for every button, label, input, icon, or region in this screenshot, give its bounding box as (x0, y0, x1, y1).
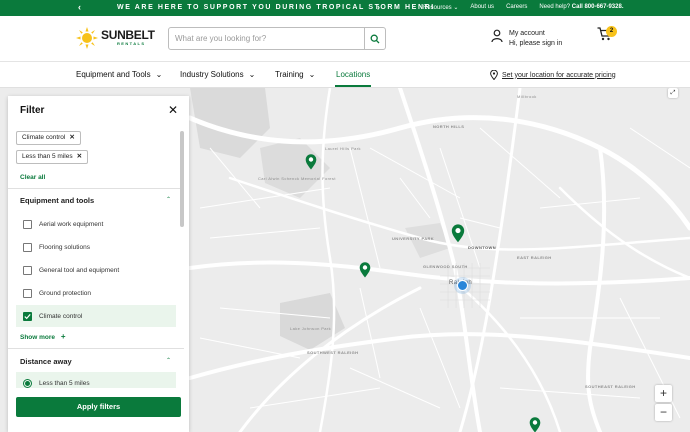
chevron-up-icon[interactable]: ⌃ (166, 196, 171, 203)
brand-name: SUNBELT (101, 28, 155, 42)
zoom-in-button[interactable]: + (655, 385, 672, 402)
nav-label: Industry Solutions (180, 70, 244, 79)
option-label: Aerial work equipment (39, 220, 104, 228)
nav-label: Locations (336, 70, 371, 79)
chevron-down-icon: ⌄ (155, 70, 163, 79)
account-menu[interactable]: My account Hi, please sign in (491, 29, 562, 49)
option-label: Ground protection (39, 289, 92, 297)
zoom-out-button[interactable]: − (655, 404, 672, 421)
cart-count-badge: 2 (606, 26, 617, 37)
resources-link[interactable]: Resources ⌄ (423, 4, 458, 11)
fullscreen-button[interactable]: ⤢ (668, 88, 678, 98)
nav-equipment-and-tools[interactable]: Equipment and Tools ⌄ (76, 70, 162, 79)
search-input[interactable] (175, 32, 360, 45)
account-sign-in[interactable]: Hi, please sign in (509, 39, 562, 49)
distance-section-title[interactable]: Distance away (20, 357, 72, 366)
option-flooring-solutions[interactable]: Flooring solutions (16, 236, 176, 258)
apply-filters-button[interactable]: Apply filters (16, 397, 181, 417)
site-header: SUNBELT RENTALS My account Hi, please si… (0, 16, 690, 62)
sunbelt-logo[interactable]: SUNBELT RENTALS (76, 27, 155, 49)
user-icon (491, 29, 503, 43)
chevron-down-icon: ⌄ (308, 70, 316, 79)
map-label: SOUTHEAST RALEIGH (585, 384, 636, 389)
search-icon (370, 34, 380, 43)
nav-locations[interactable]: Locations (336, 70, 370, 79)
filter-title: Filter (20, 105, 45, 116)
map-label: UNIVERSITY PARK (392, 236, 435, 241)
checkbox[interactable] (23, 265, 32, 275)
nav-industry-solutions[interactable]: Industry Solutions ⌄ (180, 70, 255, 79)
option-general-tool-and-equipment[interactable]: General tool and equipment (16, 259, 176, 281)
map-pin-icon (359, 262, 371, 278)
chevron-up-icon[interactable]: ⌃ (166, 357, 171, 364)
promo-message: WE ARE HERE TO SUPPORT YOU DURING TROPIC… (117, 4, 435, 11)
map-pin-icon (451, 224, 465, 243)
account-title: My account (509, 30, 545, 37)
clear-all-link[interactable]: Clear all (20, 174, 45, 181)
promo-bar: ‹ WE ARE HERE TO SUPPORT YOU DURING TROP… (0, 0, 690, 16)
utility-links: Resources ⌄ About us Careers Need help? … (423, 4, 623, 11)
checkbox-checked[interactable] (23, 311, 32, 321)
active-tab-indicator (335, 85, 371, 87)
map-label: DOWNTOWN (468, 245, 497, 250)
map-label: SOUTHWEST RALEIGH (307, 350, 359, 355)
map-label: NORTH HILLS (433, 124, 465, 129)
option-label: General tool and equipment (39, 266, 120, 274)
nav-training[interactable]: Training ⌄ (275, 70, 315, 79)
help-phone-link[interactable]: Call 800-667-9328. (572, 4, 624, 10)
filter-chip-distance[interactable]: Less than 5 miles ✕ (16, 150, 89, 164)
nav-label: Equipment and Tools (76, 70, 151, 79)
nav-label: Training (275, 70, 304, 79)
equipment-section-title[interactable]: Equipment and tools (20, 196, 94, 205)
chip-label: Climate control (22, 134, 66, 141)
set-location-label: Set your location for accurate pricing (502, 71, 616, 79)
search-box (168, 27, 386, 50)
check-icon (24, 313, 31, 319)
show-more-label: Show more (20, 334, 56, 341)
chip-label: Less than 5 miles (22, 153, 73, 160)
chevron-down-icon: ⌄ (248, 70, 256, 79)
option-label: Less than 5 miles (39, 379, 90, 387)
map-pin-icon (529, 417, 541, 432)
map-label: Millbrook (517, 94, 537, 99)
about-us-link[interactable]: About us (470, 4, 494, 11)
panel-scrollbar[interactable] (180, 131, 184, 227)
cart-button[interactable]: 2 (597, 26, 617, 43)
option-label: Flooring solutions (39, 243, 90, 251)
close-icon[interactable]: ✕ (168, 103, 178, 117)
map-label: Laurel Hills Park (325, 146, 361, 151)
radio-selected[interactable] (23, 378, 32, 388)
divider (8, 188, 184, 189)
remove-chip-icon[interactable]: ✕ (77, 151, 82, 163)
main-nav: Equipment and Tools ⌄ Industry Solutions… (0, 62, 690, 88)
option-aerial-work-equipment[interactable]: Aerial work equipment (16, 213, 176, 235)
remove-chip-icon[interactable]: ✕ (69, 132, 74, 144)
filter-chip-climate-control[interactable]: Climate control ✕ (16, 131, 81, 145)
map-label: Lake Johnson Park (290, 326, 332, 331)
checkbox[interactable] (23, 288, 32, 298)
help-label: Need help? (539, 4, 571, 10)
plus-icon: + (60, 332, 66, 341)
option-label: Climate control (39, 312, 83, 320)
option-climate-control[interactable]: Climate control (16, 305, 176, 327)
set-location-link[interactable]: Set your location for accurate pricing (490, 70, 616, 80)
divider (8, 348, 184, 349)
location-pin-icon (490, 70, 498, 80)
map-pin-icon (305, 154, 317, 170)
show-more-link[interactable]: Show more + (20, 332, 66, 341)
checkbox[interactable] (23, 219, 32, 229)
option-ground-protection[interactable]: Ground protection (16, 282, 176, 304)
map-label: GLENWOOD SOUTH (423, 264, 468, 269)
careers-link[interactable]: Careers (506, 4, 527, 11)
map-label: Carl Alwin Schenck Memorial Forest (258, 176, 336, 181)
checkbox[interactable] (23, 242, 32, 252)
search-button[interactable] (364, 28, 385, 49)
filter-panel: Filter ✕ Climate control ✕ Less than 5 m… (8, 96, 189, 432)
current-location-marker (457, 280, 468, 291)
promo-prev-button[interactable]: ‹ (78, 2, 81, 12)
sun-icon (76, 27, 98, 49)
map-label: EAST RALEIGH (517, 255, 552, 260)
promo-next-button[interactable]: › (377, 2, 380, 12)
help-text: Need help? Call 800-667-9328. (539, 4, 623, 11)
